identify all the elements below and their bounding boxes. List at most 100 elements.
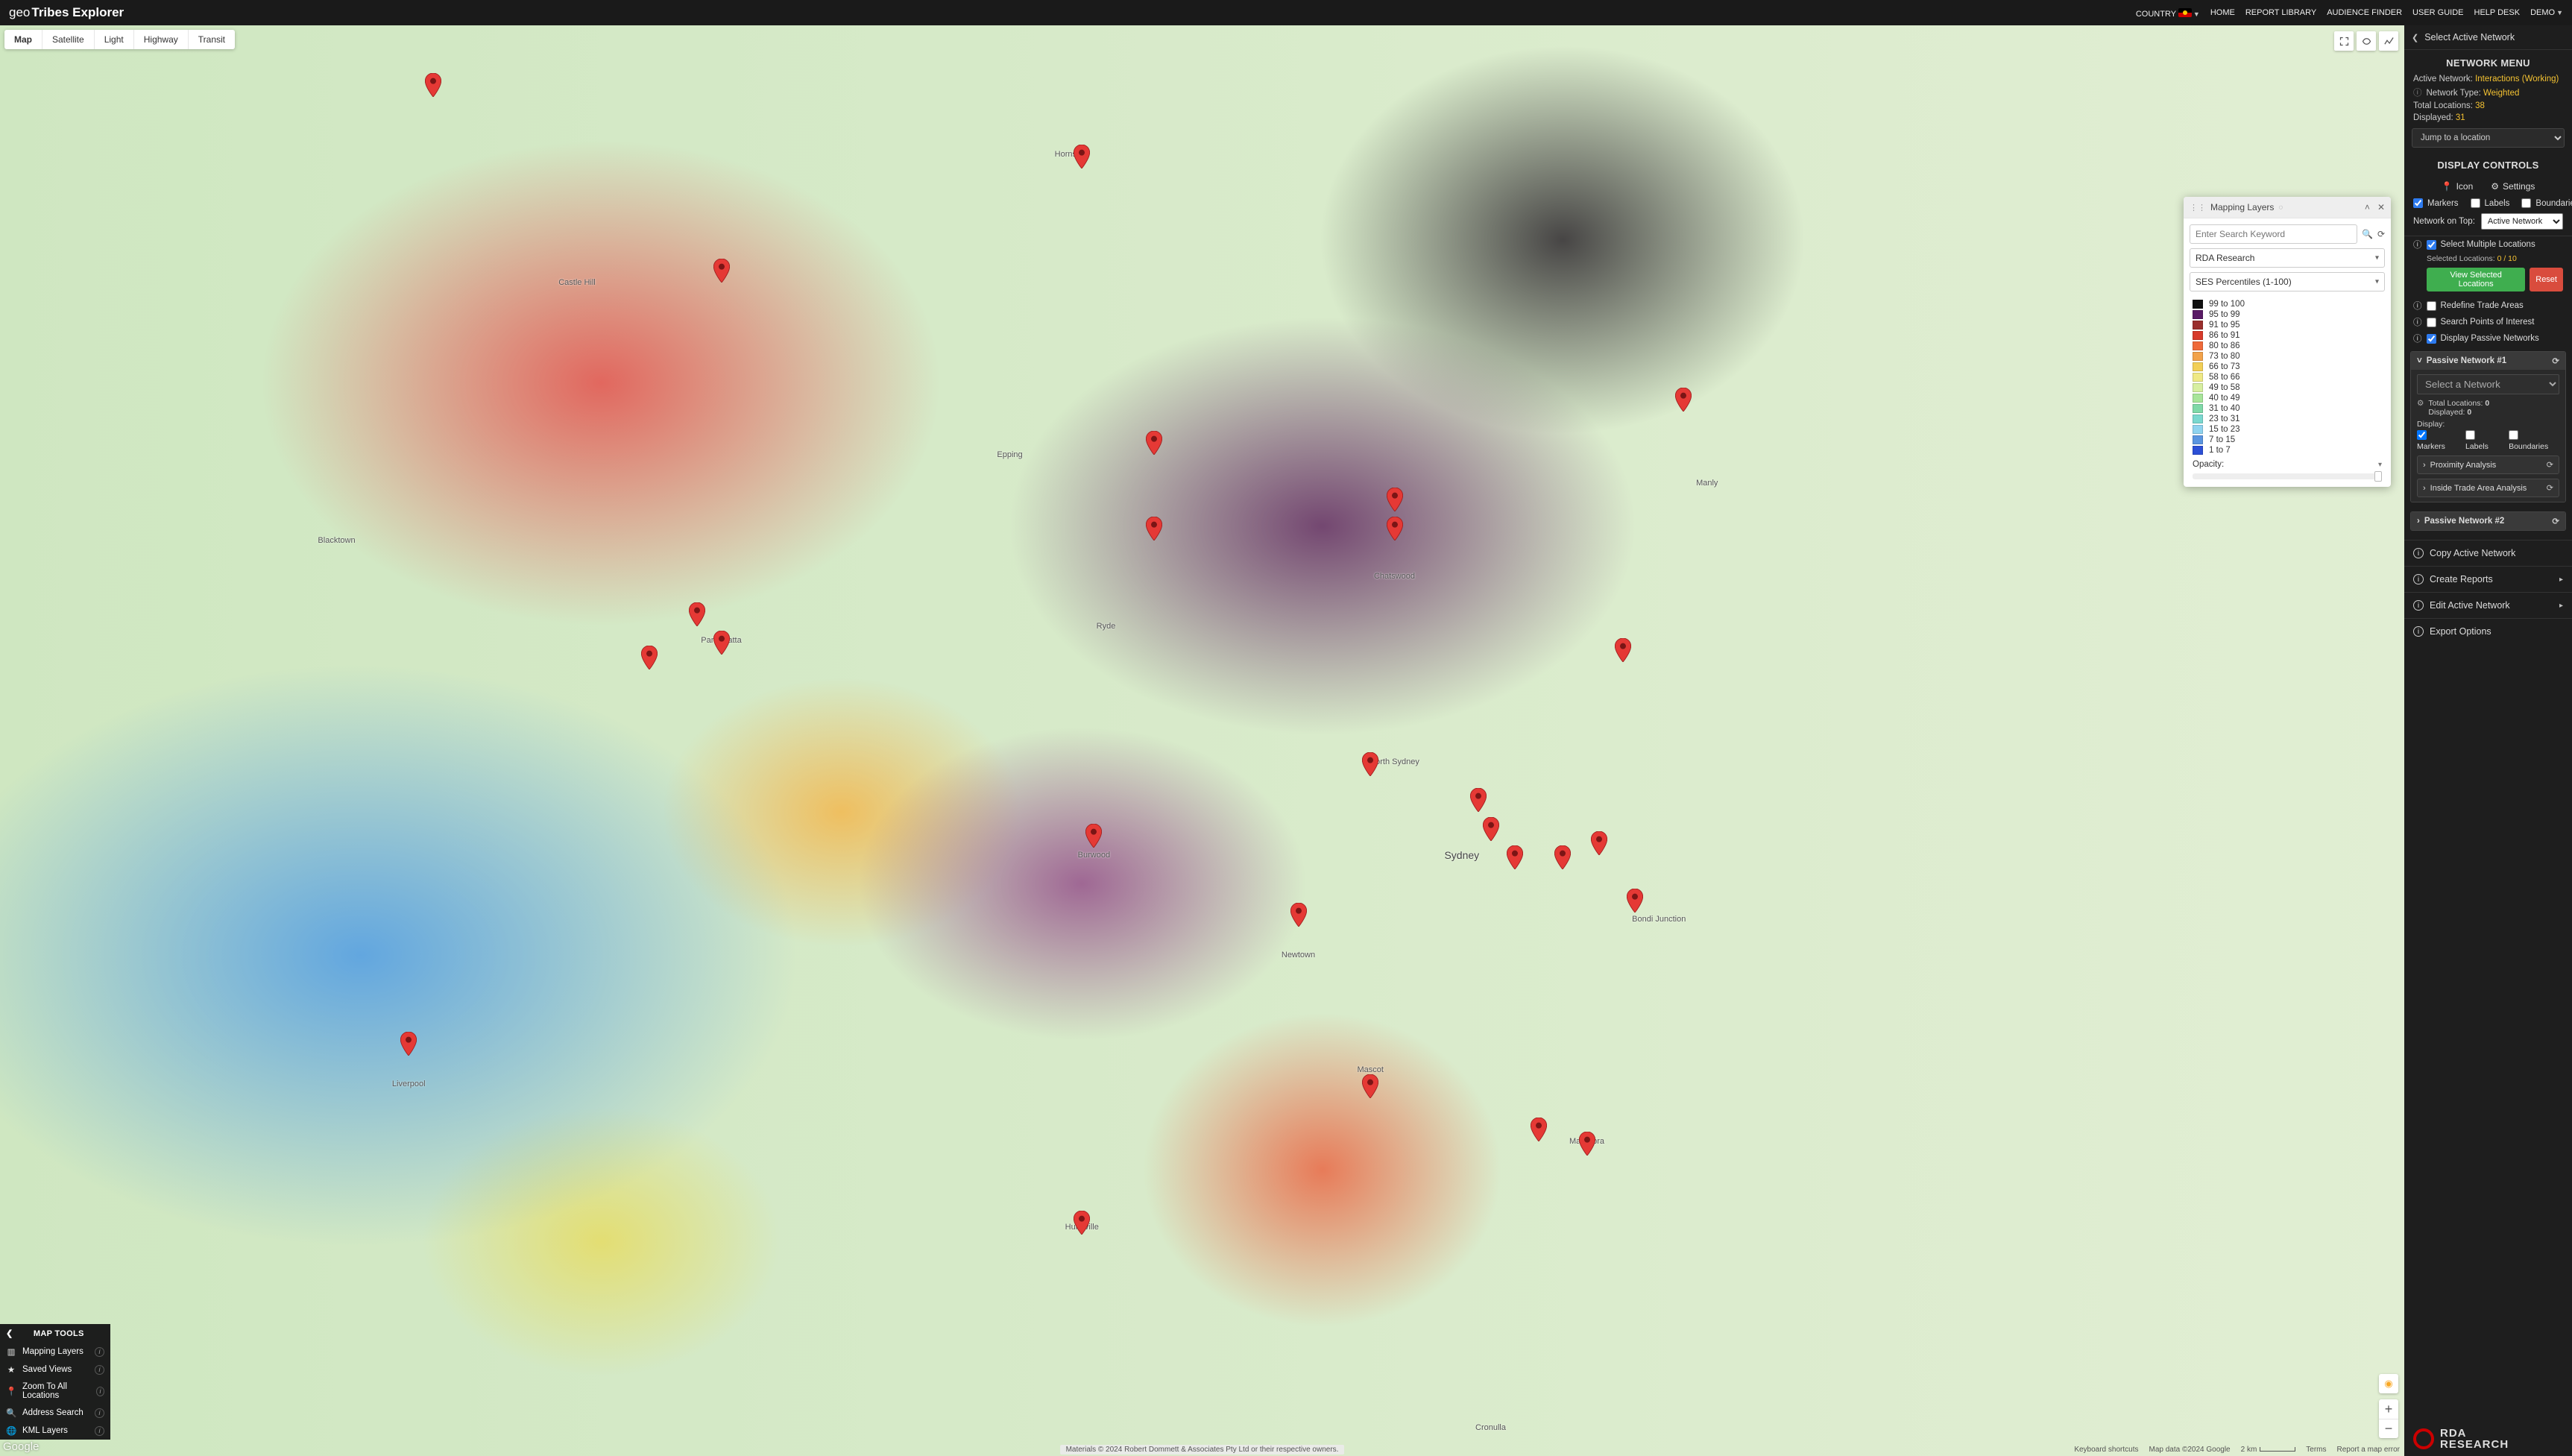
- tab-transit[interactable]: Transit: [188, 30, 235, 49]
- fullscreen-button[interactable]: [2334, 31, 2354, 51]
- map-marker[interactable]: [1675, 388, 1692, 412]
- map-marker[interactable]: [1074, 145, 1090, 168]
- layer-search-input[interactable]: [2190, 224, 2357, 244]
- info-icon[interactable]: i: [95, 1426, 104, 1436]
- copy-active-network[interactable]: iCopy Active Network: [2404, 541, 2572, 566]
- measure-select[interactable]: SES Percentiles (1-100): [2190, 272, 2385, 291]
- search-icon[interactable]: 🔍: [2362, 229, 2373, 239]
- redefine-checkbox[interactable]: [2427, 301, 2436, 311]
- map-marker[interactable]: [1531, 1118, 1547, 1141]
- map-marker[interactable]: [1554, 845, 1571, 869]
- tab-highway[interactable]: Highway: [133, 30, 188, 49]
- keyboard-shortcuts-link[interactable]: Keyboard shortcuts: [2074, 1446, 2138, 1454]
- terms-link[interactable]: Terms: [2306, 1446, 2326, 1454]
- display-passive-checkbox[interactable]: [2427, 334, 2436, 344]
- view-selected-button[interactable]: View Selected Locations: [2427, 268, 2525, 291]
- tab-satellite[interactable]: Satellite: [42, 30, 94, 49]
- lasso-button[interactable]: [2357, 31, 2376, 51]
- pn2-header[interactable]: ›Passive Network #2⟳: [2411, 512, 2565, 530]
- nav-country[interactable]: COUNTRY ▼: [2136, 7, 2200, 19]
- report-error-link[interactable]: Report a map error: [2337, 1446, 2400, 1454]
- tool-zoom-all[interactable]: 📍Zoom To All Locationsi: [0, 1378, 110, 1404]
- nav-demo[interactable]: DEMO▼: [2530, 8, 2563, 17]
- info-icon[interactable]: ⓘ: [2413, 89, 2422, 98]
- map-marker[interactable]: [1579, 1132, 1595, 1156]
- pn1-markers-checkbox[interactable]: [2417, 430, 2427, 440]
- map-marker[interactable]: [1483, 817, 1499, 841]
- nav-help-desk[interactable]: HELP DESK: [2474, 8, 2521, 17]
- markers-checkbox[interactable]: [2413, 198, 2423, 208]
- map-marker[interactable]: [1146, 431, 1162, 455]
- map-marker[interactable]: [641, 646, 658, 669]
- pn1-inside-trade[interactable]: ›Inside Trade Area Analysis⟳: [2417, 479, 2559, 497]
- map-marker[interactable]: [1615, 638, 1631, 662]
- map-marker[interactable]: [1627, 889, 1643, 913]
- info-icon[interactable]: ⓘ: [2413, 300, 2422, 312]
- info-icon[interactable]: i: [95, 1408, 104, 1418]
- tool-kml-layers[interactable]: 🌐KML Layersi: [0, 1422, 110, 1440]
- pn1-header[interactable]: ˅Passive Network #1⟳: [2411, 352, 2565, 370]
- map-marker[interactable]: [1387, 517, 1403, 541]
- map-marker[interactable]: [1470, 788, 1487, 812]
- map-marker[interactable]: [425, 73, 441, 97]
- zoom-in-button[interactable]: +: [2379, 1399, 2398, 1419]
- refresh-icon[interactable]: ⟳: [2377, 229, 2385, 239]
- pegman-icon[interactable]: ◉: [2379, 1374, 2398, 1393]
- refresh-icon[interactable]: ⟳: [2547, 460, 2553, 470]
- pn1-proximity[interactable]: ›Proximity Analysis⟳: [2417, 456, 2559, 474]
- polyline-button[interactable]: [2379, 31, 2398, 51]
- export-options[interactable]: iExport Options: [2404, 619, 2572, 644]
- map-marker[interactable]: [1074, 1211, 1090, 1235]
- map-canvas[interactable]: SydneyNorth SydneyChatswoodParramattaHor…: [0, 25, 2404, 1456]
- map-marker[interactable]: [713, 631, 730, 655]
- map-marker[interactable]: [1085, 824, 1102, 848]
- map-marker[interactable]: [1290, 903, 1307, 927]
- info-icon[interactable]: ⓘ: [2413, 316, 2422, 328]
- nav-audience-finder[interactable]: AUDIENCE FINDER: [2327, 8, 2402, 17]
- map-marker[interactable]: [1387, 488, 1403, 511]
- jump-to-location-select[interactable]: Jump to a location: [2412, 128, 2565, 148]
- edit-active-network[interactable]: iEdit Active Network▸: [2404, 593, 2572, 618]
- boundaries-checkbox[interactable]: [2521, 198, 2531, 208]
- refresh-icon[interactable]: ⟳: [2547, 483, 2553, 493]
- zoom-out-button[interactable]: −: [2379, 1419, 2398, 1438]
- map-marker[interactable]: [1591, 831, 1607, 855]
- icon-button[interactable]: 📍 Icon: [2442, 181, 2474, 192]
- select-active-network[interactable]: ❮Select Active Network: [2404, 25, 2572, 49]
- refresh-icon[interactable]: ⟳: [2552, 516, 2559, 526]
- chevron-down-icon[interactable]: ▾: [2378, 461, 2382, 469]
- info-icon[interactable]: i: [95, 1347, 104, 1357]
- tab-light[interactable]: Light: [94, 30, 133, 49]
- nav-home[interactable]: HOME: [2210, 8, 2235, 17]
- info-icon[interactable]: ⓘ: [2413, 333, 2422, 344]
- search-poi-checkbox[interactable]: [2427, 318, 2436, 327]
- tool-saved-views[interactable]: ★Saved Viewsi: [0, 1361, 110, 1378]
- minimize-icon[interactable]: ˄: [2365, 202, 2370, 212]
- map-marker[interactable]: [400, 1032, 417, 1056]
- map-marker[interactable]: [689, 602, 705, 626]
- slider-thumb[interactable]: [2374, 471, 2382, 482]
- pn1-labels-checkbox[interactable]: [2465, 430, 2475, 440]
- dataset-select[interactable]: RDA Research: [2190, 248, 2385, 268]
- map-marker[interactable]: [713, 259, 730, 283]
- map-marker[interactable]: [1362, 752, 1378, 776]
- map-marker[interactable]: [1362, 1074, 1378, 1098]
- labels-checkbox[interactable]: [2471, 198, 2480, 208]
- tab-map[interactable]: Map: [4, 30, 42, 49]
- info-icon[interactable]: i: [96, 1387, 104, 1396]
- nav-user-guide[interactable]: USER GUIDE: [2412, 8, 2463, 17]
- nav-report-library[interactable]: REPORT LIBRARY: [2245, 8, 2316, 17]
- opacity-slider[interactable]: [2193, 473, 2382, 479]
- gear-icon[interactable]: ⚙: [2417, 399, 2424, 408]
- map-marker[interactable]: [1146, 517, 1162, 541]
- info-icon[interactable]: i: [95, 1365, 104, 1375]
- refresh-icon[interactable]: ⟳: [2552, 356, 2559, 366]
- select-multiple-checkbox[interactable]: [2427, 240, 2436, 250]
- pn1-network-select[interactable]: Select a Network: [2417, 374, 2559, 394]
- drag-handle-icon[interactable]: ⋮⋮: [2190, 203, 2206, 212]
- map-marker[interactable]: [1507, 845, 1523, 869]
- reset-button[interactable]: Reset: [2530, 268, 2563, 291]
- tool-address-search[interactable]: 🔍Address Searchi: [0, 1404, 110, 1422]
- info-icon[interactable]: ⓘ: [2413, 239, 2422, 250]
- create-reports[interactable]: iCreate Reports▸: [2404, 567, 2572, 592]
